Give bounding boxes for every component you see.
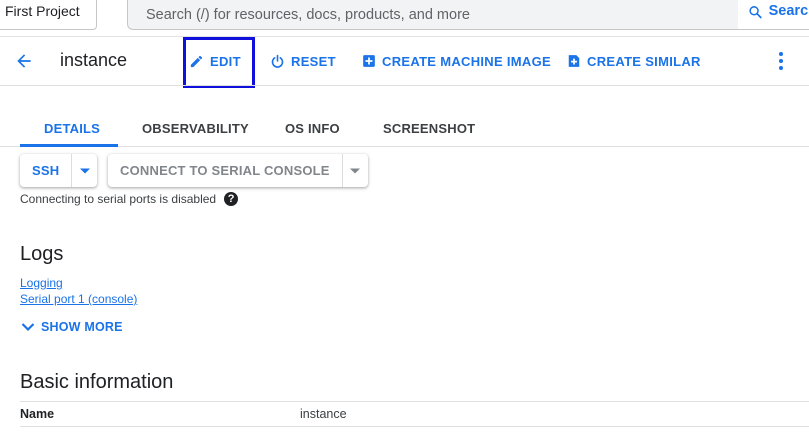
- basic-info-title: Basic information: [20, 371, 174, 393]
- active-tab-indicator: [20, 144, 118, 147]
- back-arrow-icon[interactable]: [14, 51, 34, 71]
- topbar-divider: [0, 36, 809, 37]
- help-icon[interactable]: ?: [224, 192, 239, 206]
- ssh-dropdown[interactable]: [71, 154, 97, 187]
- caret-down-icon: [350, 168, 361, 173]
- more-vert-icon[interactable]: [776, 51, 786, 71]
- ssh-label: SSH: [32, 163, 60, 178]
- tabs-divider: [0, 146, 809, 147]
- search-input[interactable]: [128, 0, 738, 29]
- create-machine-image-label: CREATE MACHINE IMAGE: [382, 53, 551, 69]
- serial-note: Connecting to serial ports is disabled ?: [20, 192, 239, 206]
- logs-title: Logs: [20, 243, 64, 265]
- serial-console-dropdown[interactable]: [341, 154, 368, 187]
- add-doc-icon: [568, 55, 580, 67]
- search-icon: [749, 6, 762, 19]
- page-title: instance: [60, 50, 128, 70]
- reset-label: RESET: [291, 53, 336, 69]
- serial-console-button[interactable]: CONNECT TO SERIAL CONSOLE: [108, 154, 342, 187]
- tab-screenshot[interactable]: SCREENSHOT: [383, 121, 475, 136]
- ssh-button[interactable]: SSH: [20, 154, 71, 187]
- power-icon: [271, 54, 284, 68]
- search-button-label: Search: [768, 3, 809, 19]
- row-divider: [20, 426, 809, 427]
- tab-os-info[interactable]: OS INFO: [285, 121, 340, 136]
- info-key-name: Name: [20, 407, 55, 421]
- serial-note-text: Connecting to serial ports is disabled: [20, 192, 217, 206]
- serial-console-split-button: CONNECT TO SERIAL CONSOLE: [108, 154, 368, 187]
- logging-link[interactable]: Logging: [20, 276, 63, 290]
- serial-port-link[interactable]: Serial port 1 (console): [20, 292, 137, 306]
- project-name: First Project: [5, 3, 80, 19]
- search-button[interactable]: Search: [738, 0, 809, 30]
- serial-console-label: CONNECT TO SERIAL CONSOLE: [120, 163, 330, 178]
- create-machine-image-button[interactable]: CREATE MACHINE IMAGE: [362, 52, 551, 70]
- search-box[interactable]: [127, 0, 739, 30]
- ssh-split-button: SSH: [20, 154, 98, 187]
- tab-observability[interactable]: OBSERVABILITY: [142, 121, 249, 136]
- tab-details[interactable]: DETAILS: [44, 121, 100, 136]
- row-divider: [20, 401, 809, 402]
- caret-down-icon: [79, 168, 90, 173]
- add-box-icon: [363, 55, 375, 67]
- show-more-label: SHOW MORE: [41, 320, 123, 334]
- chevron-down-icon: [21, 323, 35, 332]
- reset-button[interactable]: RESET: [270, 52, 336, 70]
- edit-highlight-box: [183, 37, 255, 88]
- create-similar-button[interactable]: CREATE SIMILAR: [567, 52, 701, 70]
- project-selector[interactable]: First Project: [0, 0, 97, 30]
- actionbar-divider: [0, 85, 809, 86]
- create-similar-label: CREATE SIMILAR: [587, 53, 701, 69]
- show-more-button[interactable]: SHOW MORE: [21, 320, 123, 334]
- info-value-name: instance: [300, 407, 347, 421]
